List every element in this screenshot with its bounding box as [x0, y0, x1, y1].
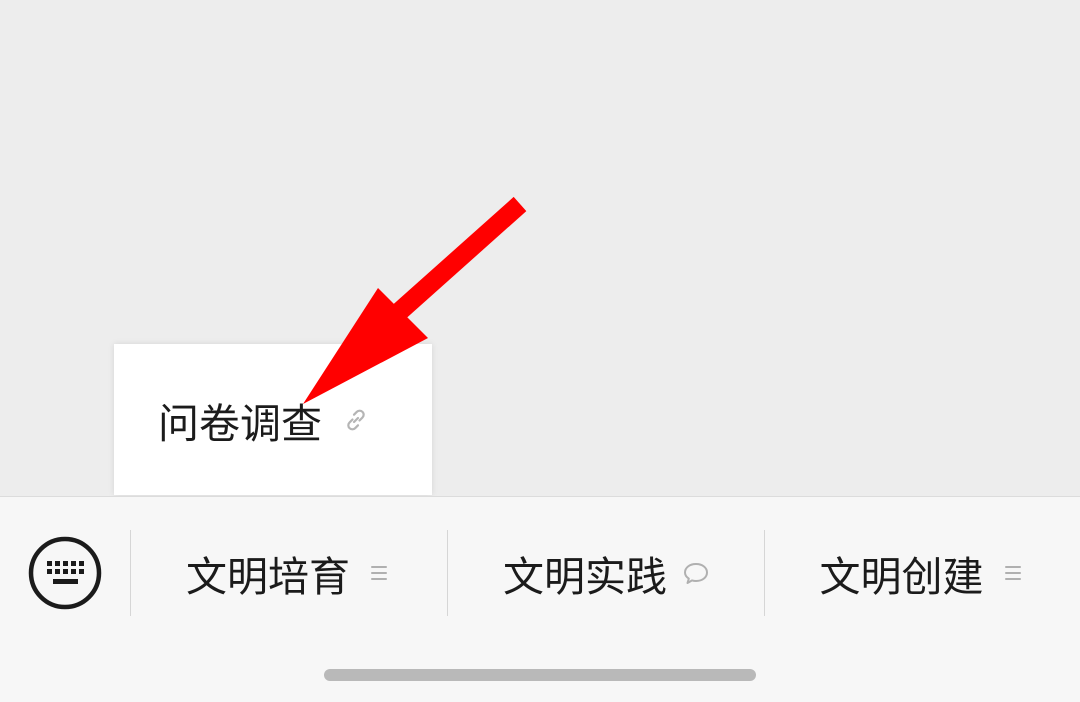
menu-lines-icon [1000, 560, 1026, 586]
menu-item-label: 文明创建 [819, 553, 984, 601]
link-icon [342, 406, 370, 434]
menu-item-label: 文明实践 [503, 553, 667, 601]
menu-item-civilization-practice[interactable]: 文明实践 [448, 530, 764, 616]
menu-lines-icon [366, 560, 392, 586]
speech-bubble-icon [683, 560, 709, 586]
submenu-item-questionnaire[interactable]: 问卷调查 [158, 392, 370, 448]
menu-item-civilization-construction[interactable]: 文明创建 [765, 530, 1080, 616]
keyboard-icon [28, 536, 102, 610]
submenu-item-label: 问卷调查 [158, 400, 322, 448]
keyboard-toggle-button[interactable] [27, 535, 103, 611]
home-indicator[interactable] [324, 669, 756, 681]
submenu-popup: 问卷调查 [114, 344, 432, 495]
menu-item-label: 文明培育 [186, 553, 350, 601]
menu-item-civilization-cultivation[interactable]: 文明培育 [131, 530, 447, 616]
